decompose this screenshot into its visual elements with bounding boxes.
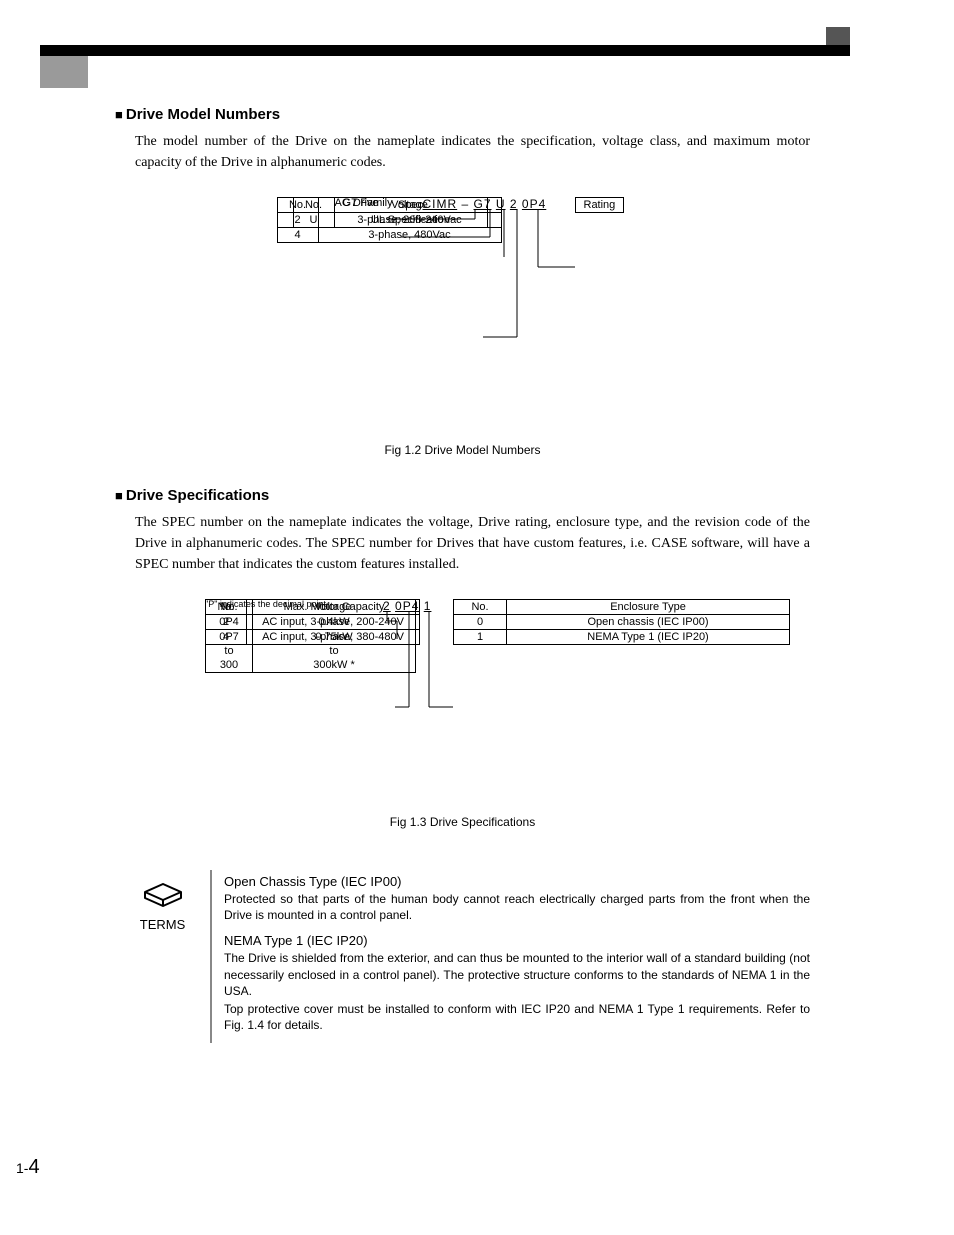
fig-1-2-diagram: CIMR – G7 U 2 0P4 AC Drive G7 Fami — [183, 197, 743, 427]
enc-r1c1: 0 — [454, 615, 507, 630]
cap-r3c1: to — [206, 644, 253, 658]
vt1-h2: Voltage — [318, 198, 501, 213]
cap-r1c2: 0.4kW — [253, 615, 416, 630]
header-square — [40, 56, 88, 88]
vt1-r1c1: 2 — [277, 213, 318, 228]
enc-r1c2: Open chassis (IEC IP00) — [507, 615, 790, 630]
section-1-para: The model number of the Drive on the nam… — [115, 131, 810, 173]
cap-r4c1: 300 — [206, 658, 253, 673]
voltage-table-1: No.Voltage 23-phase, 208-240Vac 43-phase… — [277, 197, 502, 243]
terms-label: TERMS — [115, 917, 210, 932]
term2-body1: The Drive is shielded from the exterior,… — [224, 950, 810, 999]
fig2-footnote: "P" indicates the decimal point — [205, 599, 326, 609]
capacity-table: No.Max. Motor Capacity 0P40.4kW 0P70.75k… — [205, 599, 416, 673]
enclosure-table: No.Enclosure Type 0Open chassis (IEC IP0… — [453, 599, 790, 645]
section-heading-1: ■Drive Model Numbers — [115, 106, 810, 123]
cap-r2c1: 0P7 — [206, 630, 253, 645]
fig-1-3-diagram: 2 0P4 1 No.Voltage 2AC input, 3-phase, 2… — [115, 599, 810, 809]
section-heading-2: ■Drive Specifications — [115, 487, 810, 504]
section-heading-1-text: Drive Model Numbers — [126, 106, 280, 123]
enc-r2c1: 1 — [454, 630, 507, 645]
header-bar — [40, 45, 850, 56]
enc-h1: No. — [454, 600, 507, 615]
vt1-h1: No. — [277, 198, 318, 213]
term2-body2: Top protective cover must be installed t… — [224, 1001, 810, 1033]
cap-r2c2: 0.75kW — [253, 630, 416, 645]
vt1-r2c2: 3-phase, 480Vac — [318, 228, 501, 243]
fig-1-2-caption: Fig 1.2 Drive Model Numbers — [115, 443, 810, 457]
book-icon — [141, 878, 185, 910]
term1-title: Open Chassis Type (IEC IP00) — [224, 874, 810, 889]
cap-r3c2: to — [253, 644, 416, 658]
page-chapter: 1 — [16, 1160, 24, 1176]
terms-block: TERMS Open Chassis Type (IEC IP00) Prote… — [115, 870, 810, 1043]
section-heading-2-text: Drive Specifications — [126, 487, 269, 504]
vt1-r1c2: 3-phase, 208-240Vac — [318, 213, 501, 228]
rating-box: Rating — [575, 197, 625, 213]
page: ■Drive Model Numbers The model number of… — [0, 0, 954, 1235]
enc-h2: Enclosure Type — [507, 600, 790, 615]
fig-1-3-caption: Fig 1.3 Drive Specifications — [115, 815, 810, 829]
cap-r4c2: 300kW * — [253, 658, 416, 673]
page-number: 1-4 — [16, 1156, 40, 1179]
vt1-r2c1: 4 — [277, 228, 318, 243]
content: ■Drive Model Numbers The model number of… — [115, 106, 810, 859]
terms-left: TERMS — [115, 870, 210, 1043]
term2-title: NEMA Type 1 (IEC IP20) — [224, 933, 810, 948]
cap-r1c1: 0P4 — [206, 615, 253, 630]
page-num-value: 4 — [28, 1156, 39, 1178]
enc-r2c2: NEMA Type 1 (IEC IP20) — [507, 630, 790, 645]
term1-body: Protected so that parts of the human bod… — [224, 891, 810, 923]
terms-right: Open Chassis Type (IEC IP00) Protected s… — [210, 870, 810, 1043]
section-2-para: The SPEC number on the nameplate indicat… — [115, 512, 810, 575]
